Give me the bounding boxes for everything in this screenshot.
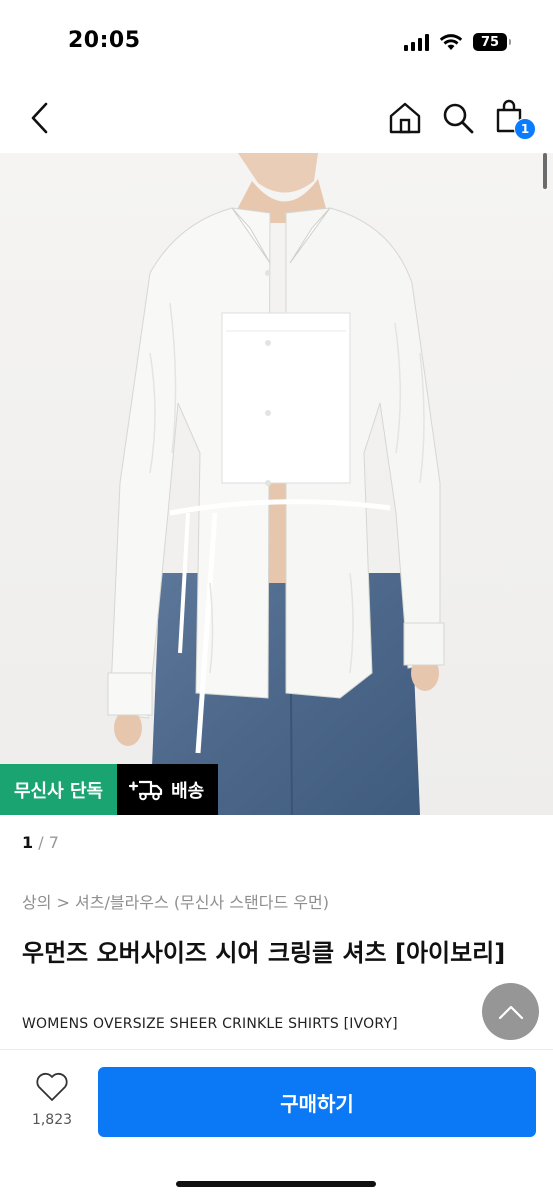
like-count: 1,823 [31, 1112, 73, 1128]
buy-button[interactable]: 구매하기 [98, 1067, 536, 1137]
search-icon[interactable] [440, 100, 476, 136]
cart-button[interactable]: 1 [494, 98, 536, 142]
pager-current: 1 [22, 833, 34, 852]
cart-count-badge: 1 [514, 118, 536, 140]
heart-icon [36, 1072, 68, 1101]
pager-total: 7 [48, 833, 59, 852]
wifi-icon [439, 34, 463, 50]
home-icon[interactable] [387, 100, 423, 136]
status-bar: 20:05 75 [0, 0, 553, 80]
delivery-truck-icon [129, 780, 163, 800]
product-badges: 무신사 단독 배송 [0, 764, 219, 815]
status-time: 20:05 [68, 28, 141, 53]
product-photo [0, 153, 553, 815]
pager-separator: / [33, 833, 49, 852]
status-icons: 75 [404, 30, 511, 54]
delivery-badge: 배송 [117, 764, 219, 815]
cellular-signal-icon [404, 33, 429, 51]
scroll-to-top-button[interactable] [482, 983, 539, 1040]
exclusive-badge: 무신사 단독 [0, 764, 118, 815]
image-pager: 1 / 7 [22, 833, 59, 852]
battery-indicator: 75 [473, 33, 511, 51]
bottom-bar-divider [0, 1049, 553, 1050]
top-nav-bar: 1 [0, 92, 553, 148]
back-arrow-icon[interactable] [22, 98, 58, 138]
scroll-indicator [543, 153, 547, 189]
product-title-english: WOMENS OVERSIZE SHEER CRINKLE SHIRTS [IV… [22, 1016, 398, 1032]
home-indicator [176, 1181, 376, 1187]
product-title: 우먼즈 오버사이즈 시어 크링클 셔츠 [아이보리] [22, 939, 506, 967]
chevron-up-icon [498, 1005, 523, 1019]
category-breadcrumb[interactable]: 상의 > 셔츠/블라우스 (무신사 스탠다드 우먼) [22, 889, 329, 913]
product-image[interactable] [0, 153, 553, 815]
like-button[interactable]: 1,823 [24, 1072, 80, 1128]
delivery-badge-label: 배송 [171, 780, 205, 802]
